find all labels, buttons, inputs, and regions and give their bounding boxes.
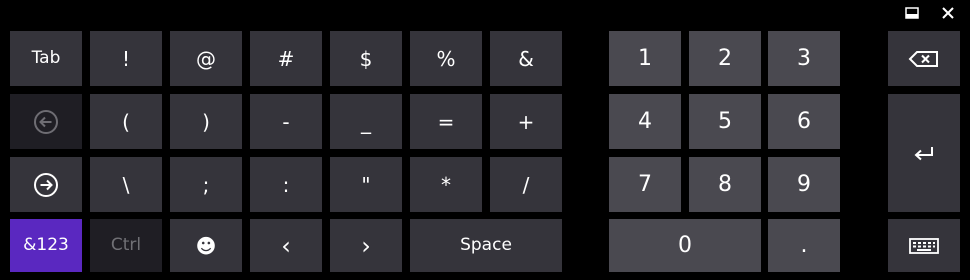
percent-key-label: % xyxy=(436,46,456,71)
dock-icon xyxy=(905,4,919,23)
space-key[interactable]: Space xyxy=(410,219,562,272)
num-6-key-label: 6 xyxy=(797,108,811,134)
num-5-key-label: 5 xyxy=(718,108,732,134)
num-4-key-label: 4 xyxy=(638,108,652,134)
hash-key[interactable]: # xyxy=(250,31,322,86)
colon-key[interactable]: : xyxy=(250,157,322,212)
num-1-key-label: 1 xyxy=(638,45,652,71)
symbols-mode-key-label: &123 xyxy=(23,235,69,255)
percent-key[interactable]: % xyxy=(410,31,482,86)
close-button[interactable] xyxy=(936,4,960,22)
dollar-key[interactable]: $ xyxy=(330,31,402,86)
circle-arrow-right-icon xyxy=(33,172,59,198)
left-paren-key[interactable]: ( xyxy=(90,94,162,149)
num-8-key-label: 8 xyxy=(718,171,732,197)
left-paren-key-label: ( xyxy=(122,109,130,134)
dollar-key-label: $ xyxy=(359,46,373,71)
num-3-key-label: 3 xyxy=(797,45,811,71)
circle-arrow-left-icon xyxy=(33,109,59,135)
ampersand-key[interactable]: & xyxy=(490,31,562,86)
at-key[interactable]: @ xyxy=(170,31,242,86)
num-5-key[interactable]: 5 xyxy=(689,94,761,149)
num-7-key[interactable]: 7 xyxy=(609,157,681,212)
forward-key[interactable] xyxy=(10,157,82,212)
num-0-key[interactable]: 0 xyxy=(609,219,761,272)
keyboard-switch-key[interactable] xyxy=(888,219,960,272)
right-paren-key[interactable]: ) xyxy=(170,94,242,149)
emoji-key[interactable]: ☻ xyxy=(170,219,242,272)
arrow-right-key-label: › xyxy=(361,231,371,260)
back-key[interactable] xyxy=(10,94,82,149)
ctrl-key-label: Ctrl xyxy=(110,235,142,255)
arrow-left-key-label: ‹ xyxy=(281,231,291,260)
semicolon-key-label: ; xyxy=(202,172,210,197)
underscore-key-label: _ xyxy=(361,109,371,134)
hash-key-label: # xyxy=(277,46,295,71)
num-0-key-label: 0 xyxy=(678,232,692,258)
minus-key[interactable]: - xyxy=(250,94,322,149)
equals-key-label: = xyxy=(437,109,455,134)
semicolon-key[interactable]: ; xyxy=(170,157,242,212)
colon-key-label: : xyxy=(282,172,290,197)
plus-key[interactable]: + xyxy=(490,94,562,149)
quote-key-label: " xyxy=(361,172,371,197)
decimal-point-key-label: . xyxy=(800,232,808,258)
exclamation-key-label: ! xyxy=(121,46,131,71)
asterisk-key-label: * xyxy=(441,172,451,197)
close-icon xyxy=(942,4,954,23)
emoji-key-label: ☻ xyxy=(195,233,217,258)
backslash-key[interactable]: \ xyxy=(90,157,162,212)
tab-key-label: Tab xyxy=(31,48,61,68)
quote-key[interactable]: " xyxy=(330,157,402,212)
num-9-key[interactable]: 9 xyxy=(768,157,840,212)
num-7-key-label: 7 xyxy=(638,171,652,197)
exclamation-key[interactable]: ! xyxy=(90,31,162,86)
underscore-key[interactable]: _ xyxy=(330,94,402,149)
keyboard-icon xyxy=(909,237,939,254)
num-9-key-label: 9 xyxy=(797,171,811,197)
arrow-right-key[interactable]: › xyxy=(330,219,402,272)
ctrl-key[interactable]: Ctrl xyxy=(90,219,162,272)
enter-icon xyxy=(913,145,935,161)
num-4-key[interactable]: 4 xyxy=(609,94,681,149)
dock-button[interactable] xyxy=(900,4,924,22)
backspace-key[interactable] xyxy=(888,31,960,86)
slash-key[interactable]: / xyxy=(490,157,562,212)
num-6-key[interactable]: 6 xyxy=(768,94,840,149)
arrow-left-key[interactable]: ‹ xyxy=(250,219,322,272)
at-key-label: @ xyxy=(196,46,216,71)
asterisk-key[interactable]: * xyxy=(410,157,482,212)
space-key-label: Space xyxy=(460,235,512,255)
slash-key-label: / xyxy=(522,172,530,197)
num-3-key[interactable]: 3 xyxy=(768,31,840,86)
equals-key[interactable]: = xyxy=(410,94,482,149)
tab-key[interactable]: Tab xyxy=(10,31,82,86)
backspace-icon xyxy=(908,50,940,68)
minus-key-label: - xyxy=(282,109,290,134)
symbols-mode-key[interactable]: &123 xyxy=(10,219,82,272)
num-2-key-label: 2 xyxy=(718,45,732,71)
num-1-key[interactable]: 1 xyxy=(609,31,681,86)
plus-key-label: + xyxy=(517,109,535,134)
backslash-key-label: \ xyxy=(122,172,130,197)
decimal-point-key[interactable]: . xyxy=(768,219,840,272)
num-2-key[interactable]: 2 xyxy=(689,31,761,86)
num-8-key[interactable]: 8 xyxy=(689,157,761,212)
ampersand-key-label: & xyxy=(518,46,534,71)
enter-key[interactable] xyxy=(888,94,960,212)
right-paren-key-label: ) xyxy=(202,109,210,134)
